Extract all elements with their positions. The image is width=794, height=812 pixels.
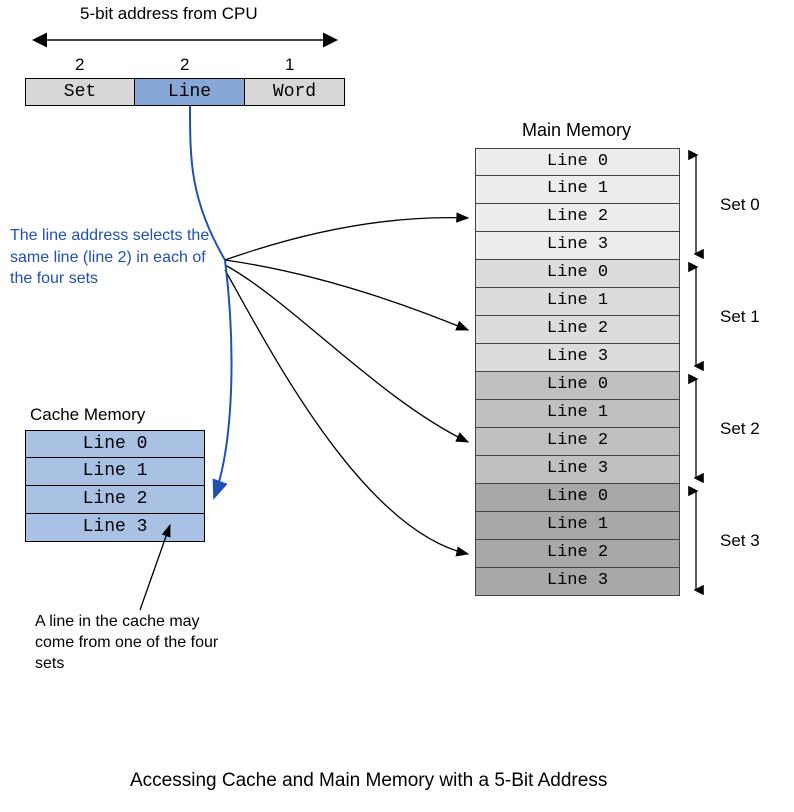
figure-caption: Accessing Cache and Main Memory with a 5… [130, 770, 607, 792]
connector-arrows [0, 0, 794, 700]
